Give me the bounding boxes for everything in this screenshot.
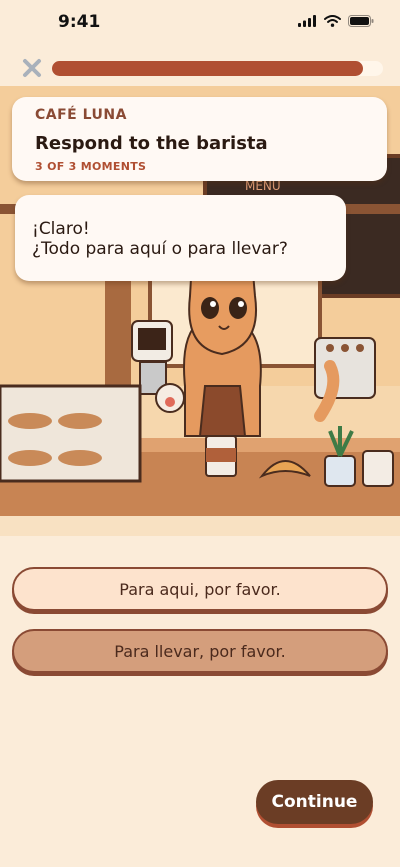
answer-option-para-aqui[interactable]: Para aqui, por favor.: [12, 567, 388, 611]
battery-icon: [348, 15, 374, 27]
status-time: 9:41: [58, 12, 101, 32]
close-icon[interactable]: [20, 56, 44, 80]
cellular-signal-icon: [298, 15, 316, 27]
scenario-title: Respond to the barista: [35, 133, 268, 154]
continue-button[interactable]: Continue: [256, 780, 373, 824]
speech-line-1: ¡Claro!: [32, 219, 90, 239]
speech-line-2: ¿Todo para aquí o para llevar?: [32, 239, 288, 259]
location-label: CAFÉ LUNA: [35, 107, 127, 123]
app-screen: 9:41 MENU CAFÉ LUNA Respond to the baris…: [0, 0, 400, 867]
status-bar: 9:41: [0, 0, 400, 44]
wifi-icon: [324, 15, 341, 27]
scenario-card: CAFÉ LUNA Respond to the barista 3 OF 3 …: [12, 97, 387, 181]
progress-bar: [52, 61, 383, 76]
answer-option-para-llevar[interactable]: Para llevar, por favor.: [12, 629, 388, 673]
barista-speech-bubble: ¡Claro! ¿Todo para aquí o para llevar?: [15, 195, 346, 281]
progress-fill: [52, 61, 364, 76]
menu-sign-text: MENU: [245, 179, 281, 193]
moment-counter: 3 OF 3 MOMENTS: [35, 160, 147, 173]
